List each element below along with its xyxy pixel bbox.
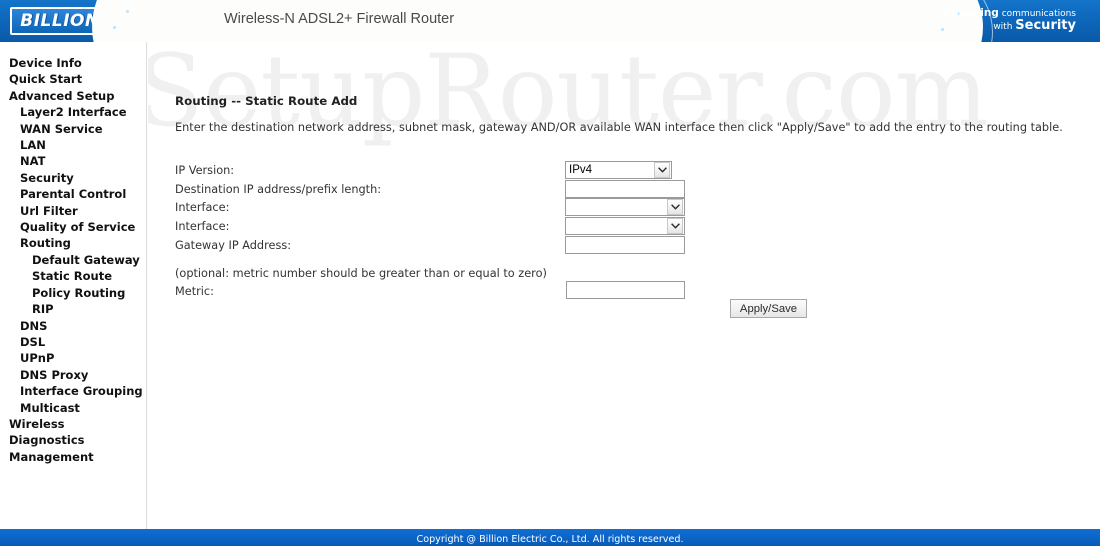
sidebar-item-wan-service[interactable]: WAN Service <box>0 121 146 137</box>
chevron-down-icon[interactable] <box>654 162 670 178</box>
chevron-down-icon[interactable] <box>667 218 683 234</box>
sidebar-item-management[interactable]: Management <box>0 449 146 465</box>
tagline-with-word: with <box>993 22 1013 33</box>
gateway-input[interactable] <box>565 236 685 254</box>
sidebar-item-url-filter[interactable]: Url Filter <box>0 203 146 219</box>
sidebar-item-quality-of-service[interactable]: Quality of Service <box>0 219 146 235</box>
sidebar-item-wireless[interactable]: Wireless <box>0 416 146 432</box>
sidebar-item-dns[interactable]: DNS <box>0 318 146 334</box>
interface-1-select[interactable] <box>565 198 685 216</box>
ip-version-label: IP Version: <box>175 164 235 177</box>
page-header-title: Wireless-N ADSL2+ Firewall Router <box>224 11 455 27</box>
main-content-area: SetupRouter.com Routing -- Static Route … <box>148 42 1100 529</box>
sidebar-item-default-gateway[interactable]: Default Gateway <box>0 252 146 268</box>
sidebar-item-multicast[interactable]: Multicast <box>0 400 146 416</box>
header-dot-decoration <box>126 10 129 13</box>
navigation-sidebar: Device Info Quick Start Advanced Setup Laye… <box>0 42 147 529</box>
sidebar-item-parental-control[interactable]: Parental Control <box>0 186 146 202</box>
metric-input[interactable] <box>566 281 685 299</box>
tagline-line-2: with Security <box>943 19 1076 33</box>
tagline-powering-word: Powering <box>943 7 999 19</box>
header-right-brand-block: Powering communications with Security <box>793 0 1100 42</box>
copyright-text: Copyright @ Billion Electric Co., Ltd. A… <box>416 533 684 545</box>
interface-2-select[interactable] <box>565 217 685 235</box>
apply-save-button[interactable]: Apply/Save <box>730 299 807 318</box>
billion-logo-text: BILLION <box>20 10 100 31</box>
sidebar-item-routing[interactable]: Routing <box>0 235 146 251</box>
sidebar-item-device-info[interactable]: Device Info <box>0 55 146 71</box>
sidebar-item-dns-proxy[interactable]: DNS Proxy <box>0 367 146 383</box>
sidebar-item-layer2-interface[interactable]: Layer2 Interface <box>0 104 146 120</box>
sidebar-item-policy-routing[interactable]: Policy Routing <box>0 285 146 301</box>
brand-tagline: Powering communications with Security <box>943 7 1076 33</box>
chevron-down-icon[interactable] <box>667 199 683 215</box>
sidebar-item-upnp[interactable]: UPnP <box>0 350 146 366</box>
sidebar-item-security[interactable]: Security <box>0 170 146 186</box>
content-page-title: Routing -- Static Route Add <box>175 94 358 108</box>
ip-version-select[interactable]: IPv4 <box>565 161 672 179</box>
sidebar-item-advanced-setup[interactable]: Advanced Setup <box>0 88 146 104</box>
header-dot-decoration <box>113 26 116 29</box>
ip-version-selected-value: IPv4 <box>569 164 593 176</box>
metric-label: Metric: <box>175 285 214 298</box>
sidebar-item-rip[interactable]: RIP <box>0 301 146 317</box>
sidebar-item-dsl[interactable]: DSL <box>0 334 146 350</box>
interface-1-label: Interface: <box>175 201 230 214</box>
sidebar-item-interface-grouping[interactable]: Interface Grouping <box>0 383 146 399</box>
sidebar-item-nat[interactable]: NAT <box>0 153 146 169</box>
app-header: BILLION Wireless-N ADSL2+ Firewall Route… <box>0 0 1100 42</box>
gateway-label: Gateway IP Address: <box>175 239 292 252</box>
header-left-brand-block: BILLION <box>0 0 291 42</box>
interface-2-label: Interface: <box>175 220 230 233</box>
destination-input[interactable] <box>565 180 685 198</box>
sidebar-item-static-route[interactable]: Static Route <box>0 268 146 284</box>
content-description: Enter the destination network address, s… <box>175 121 1063 134</box>
tagline-security-word: Security <box>1015 18 1076 34</box>
sidebar-item-lan[interactable]: LAN <box>0 137 146 153</box>
destination-label: Destination IP address/prefix length: <box>175 183 382 196</box>
sidebar-item-diagnostics[interactable]: Diagnostics <box>0 432 146 448</box>
metric-optional-note: (optional: metric number should be great… <box>175 267 547 280</box>
sidebar-item-quick-start[interactable]: Quick Start <box>0 71 146 87</box>
